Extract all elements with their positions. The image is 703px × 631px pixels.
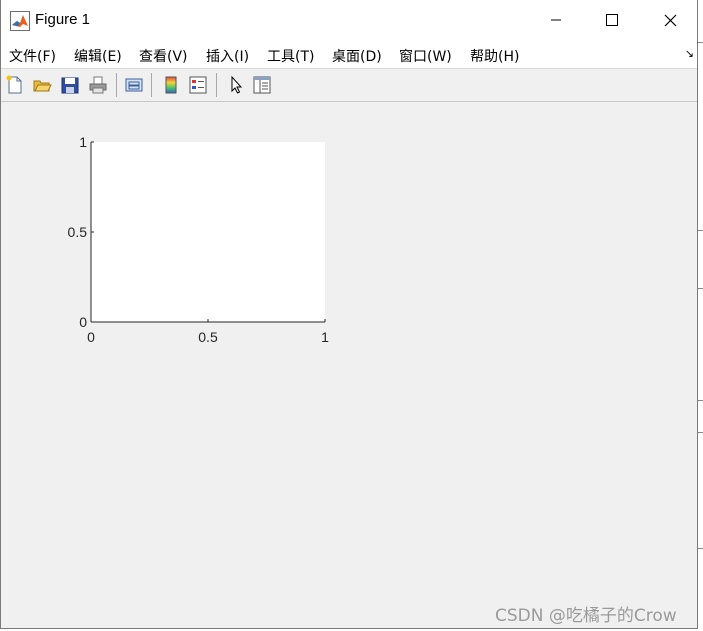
x-tick-label: 0 (87, 329, 95, 345)
background-window-mark (698, 230, 703, 231)
background-window-mark (698, 400, 703, 401)
background-window-mark (698, 42, 703, 43)
y-tick-label: 0.5 (68, 224, 88, 240)
background-window-mark (698, 548, 703, 549)
watermark-text: CSDN @吃橘子的Crow (495, 606, 677, 626)
y-tick-label: 1 (79, 134, 87, 150)
axes: 0 0.5 1 0 0.5 1 (68, 134, 330, 345)
background-window-mark (698, 288, 703, 289)
y-tick-label: 0 (79, 314, 87, 330)
background-window-edge (698, 0, 703, 631)
x-tick-label: 1 (321, 329, 329, 345)
x-tick-label: 0.5 (198, 329, 218, 345)
background-window-mark (698, 432, 703, 433)
